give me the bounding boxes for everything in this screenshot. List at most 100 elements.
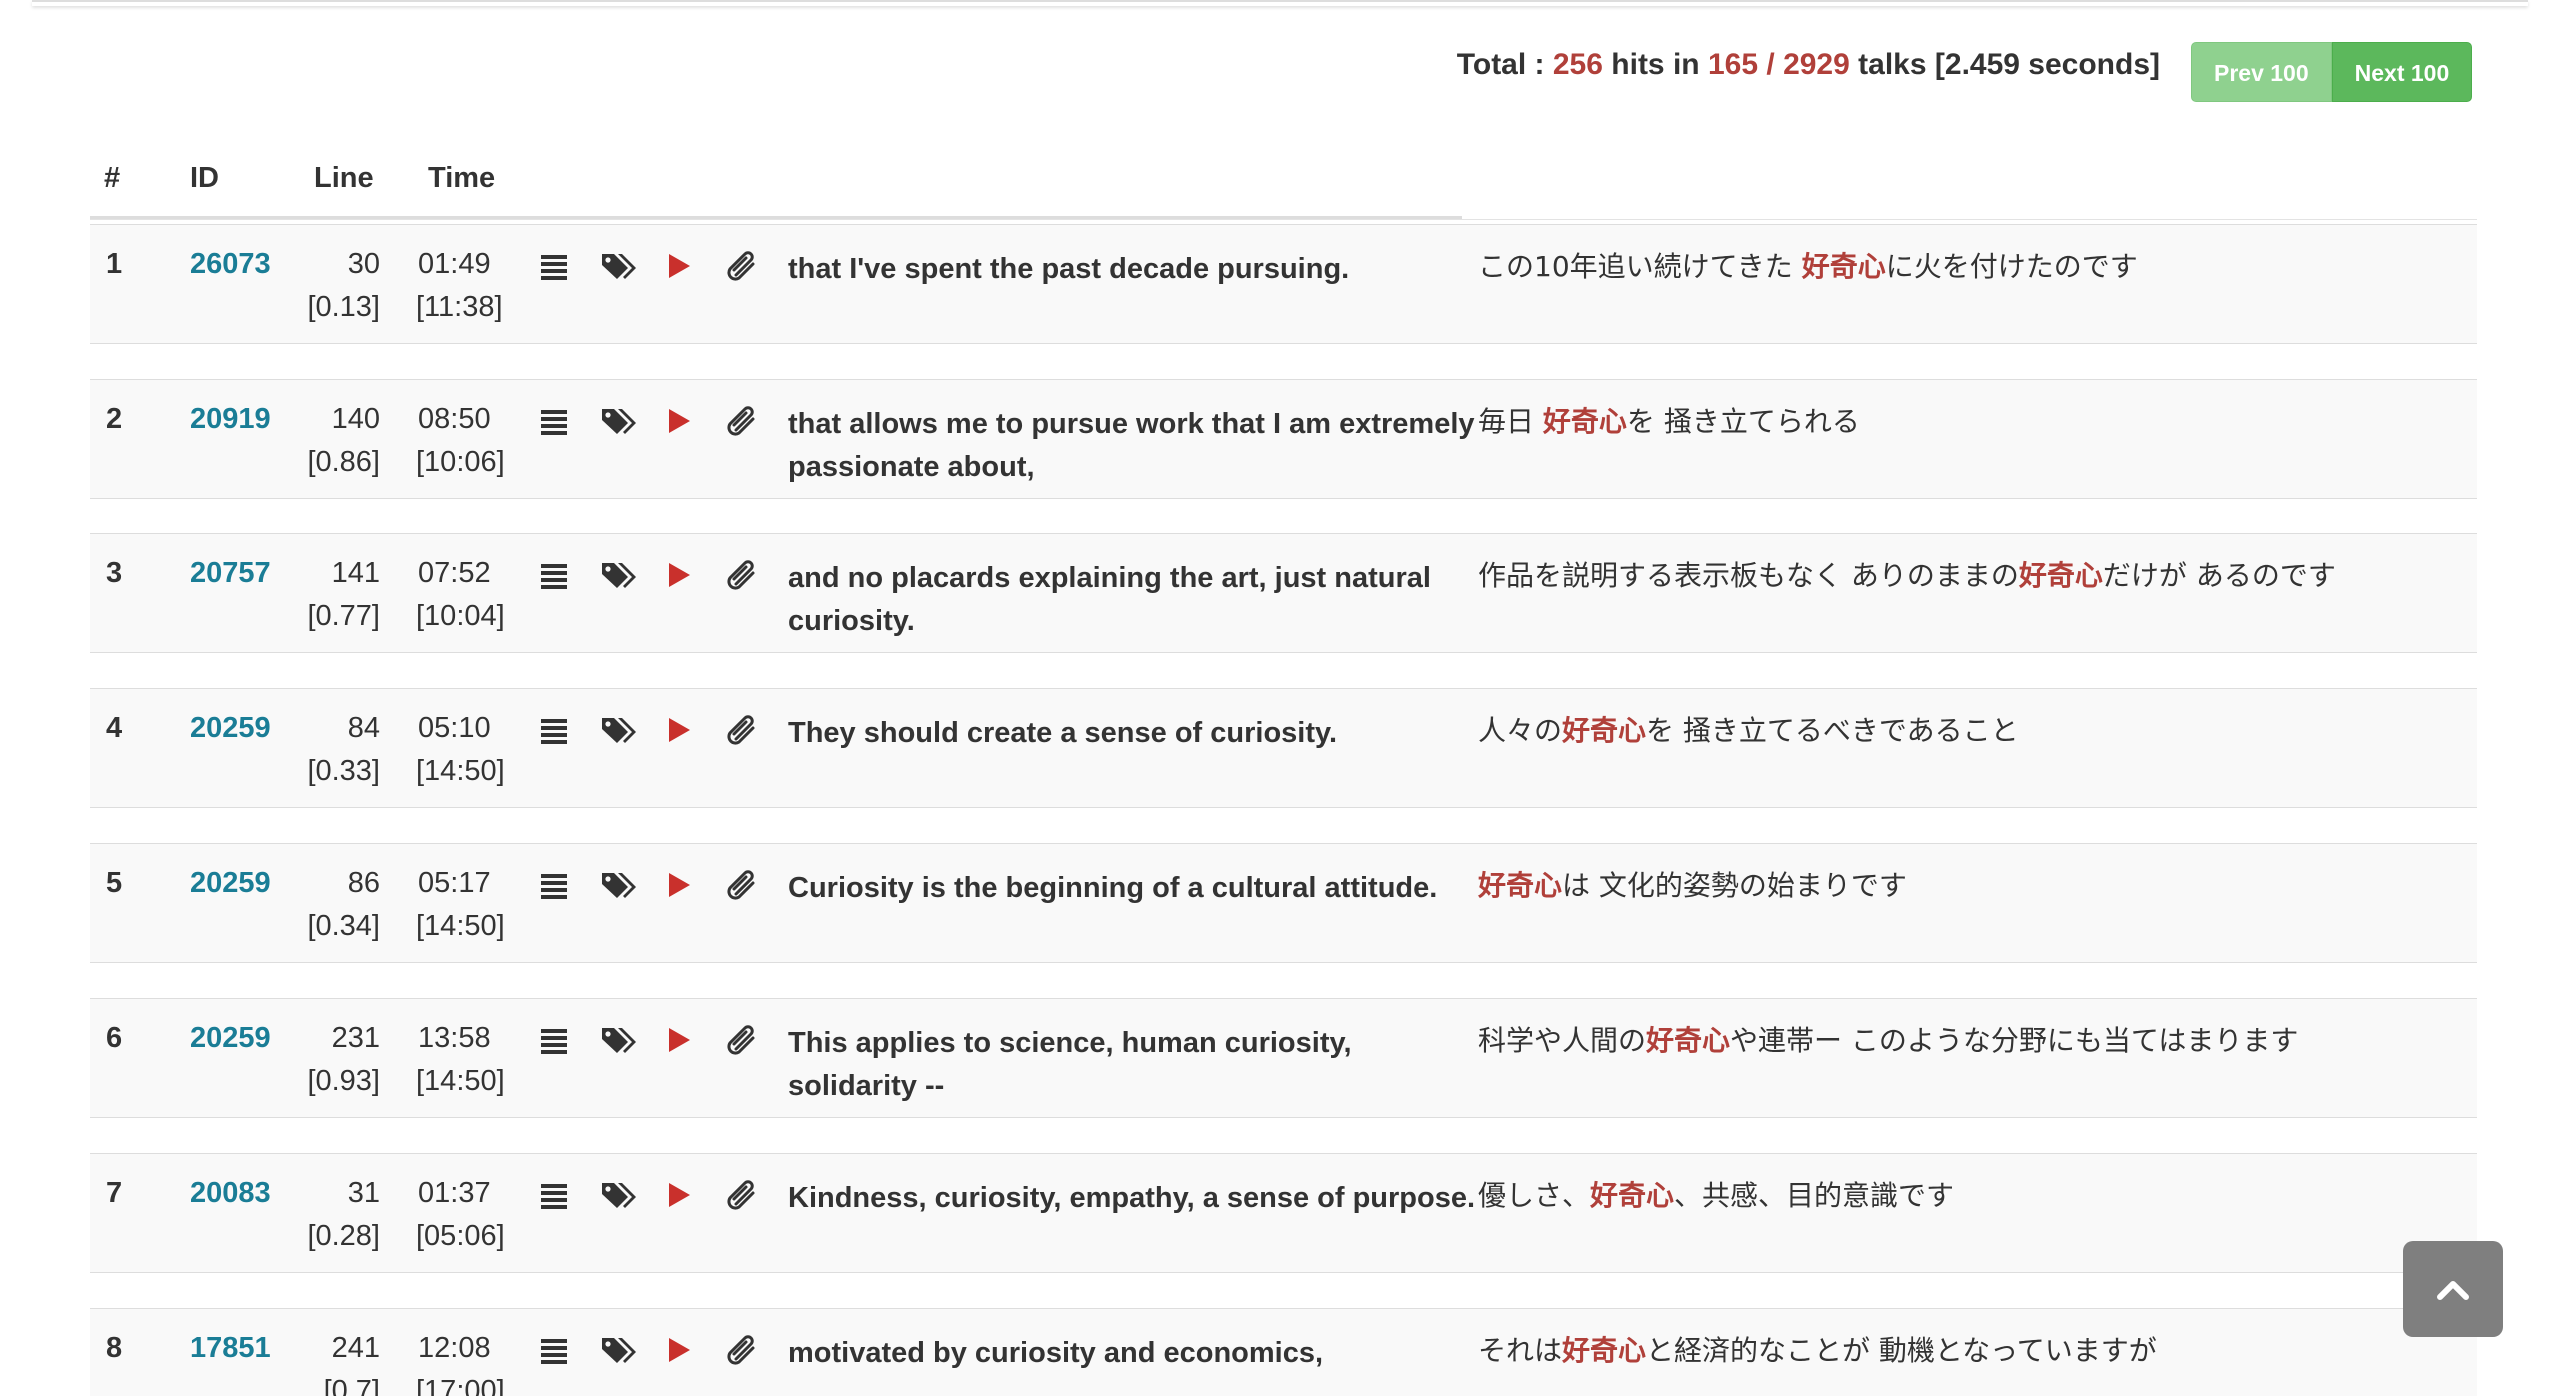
row-number: 5 <box>106 867 123 899</box>
total-label: Total : <box>1456 48 1545 81</box>
english-sentence: that I've spent the past decade pursuing… <box>788 253 1350 285</box>
english-sentence: They should create a sense of curiosity. <box>788 717 1338 749</box>
header-line: Line <box>314 162 374 194</box>
paperclip-icon[interactable] <box>724 406 758 440</box>
japanese-text-after: 、共感、目的意識です <box>1674 1179 1955 1212</box>
tags-icon[interactable] <box>600 560 636 594</box>
keyword-highlight: 好奇心 <box>1646 1024 1731 1057</box>
tags-icon[interactable] <box>600 406 636 440</box>
japanese-sentence: 好奇心は 文化的姿勢の始まりです <box>1478 864 2458 907</box>
japanese-text-before: それは <box>1478 1334 1563 1367</box>
header-divider-secondary <box>90 219 2477 220</box>
line-number: 86 <box>347 867 380 899</box>
talk-id-link[interactable]: 20083 <box>190 1177 271 1210</box>
japanese-text-after: を 掻き立てるべきであること <box>1646 714 2019 747</box>
talk-id-link[interactable]: 20919 <box>190 403 271 436</box>
timestamp: 13:58 <box>418 1022 491 1054</box>
keyword-highlight: 好奇心 <box>1478 869 1563 902</box>
keyword-highlight: 好奇心 <box>1542 405 1627 438</box>
list-icon[interactable] <box>539 870 573 904</box>
keyword-highlight: 好奇心 <box>2018 559 2103 592</box>
english-sentence: Curiosity is the beginning of a cultural… <box>788 872 1438 904</box>
talk-id-link[interactable]: 20259 <box>190 867 271 900</box>
line-number: 140 <box>331 403 380 435</box>
line-fraction: [0.93] <box>307 1065 380 1097</box>
talk-id-link[interactable]: 20259 <box>190 712 271 745</box>
japanese-text-after: と経済的なことが 動機となっていますが <box>1646 1334 2157 1367</box>
english-sentence: that allows me to pursue work that I am … <box>788 408 1475 483</box>
paperclip-icon[interactable] <box>724 251 758 285</box>
talk-duration: [10:06] <box>416 446 505 478</box>
talk-id-link[interactable]: 20259 <box>190 1022 271 1055</box>
tags-icon[interactable] <box>600 1025 636 1059</box>
paperclip-icon[interactable] <box>724 715 758 749</box>
line-fraction: [0.34] <box>307 910 380 942</box>
talk-duration: [05:06] <box>416 1220 505 1252</box>
table-row: 6 20259 231 [0.93] 13:58 [14:50] This ap… <box>90 998 2477 1118</box>
keyword-highlight: 好奇心 <box>1590 1179 1675 1212</box>
paperclip-icon[interactable] <box>724 870 758 904</box>
talk-duration: [14:50] <box>416 755 505 787</box>
list-icon[interactable] <box>539 251 573 285</box>
talk-id-link[interactable]: 26073 <box>190 248 271 281</box>
table-row: 7 20083 31 [0.28] 01:37 [05:06] Kindness… <box>90 1153 2477 1273</box>
talk-id-link[interactable]: 20757 <box>190 557 271 590</box>
play-icon[interactable] <box>664 870 698 904</box>
japanese-sentence: それは好奇心と経済的なことが 動機となっていますが <box>1478 1329 2458 1372</box>
japanese-sentence: 作品を説明する表示板もなく ありのままの好奇心だけが あるのです <box>1478 554 2458 597</box>
japanese-text-after: や連帯ー このような分野にも当てはまります <box>1730 1024 2299 1057</box>
paperclip-icon[interactable] <box>724 1025 758 1059</box>
table-row: 2 20919 140 [0.86] 08:50 [10:06] that al… <box>90 379 2477 499</box>
list-icon[interactable] <box>539 1335 573 1369</box>
paperclip-icon[interactable] <box>724 560 758 594</box>
hits-label: hits in <box>1611 48 1700 81</box>
timestamp: 12:08 <box>418 1332 491 1364</box>
prev-100-button[interactable]: Prev 100 <box>2191 42 2332 102</box>
keyword-highlight: 好奇心 <box>1562 714 1647 747</box>
row-number: 2 <box>106 403 123 435</box>
line-number: 30 <box>347 248 380 280</box>
list-icon[interactable] <box>539 406 573 440</box>
tags-icon[interactable] <box>600 715 636 749</box>
play-icon[interactable] <box>664 1025 698 1059</box>
paperclip-icon[interactable] <box>724 1180 758 1214</box>
keyword-highlight: 好奇心 <box>1562 1334 1647 1367</box>
play-icon[interactable] <box>664 406 698 440</box>
table-row: 3 20757 141 [0.77] 07:52 [10:04] and no … <box>90 533 2477 653</box>
tags-icon[interactable] <box>600 1335 636 1369</box>
talk-id-link[interactable]: 17851 <box>190 1332 271 1365</box>
timestamp: 08:50 <box>418 403 491 435</box>
header-id: ID <box>190 162 219 194</box>
tags-icon[interactable] <box>600 1180 636 1214</box>
japanese-text-before: 優しさ、 <box>1478 1179 1591 1212</box>
table-row: 5 20259 86 [0.34] 05:17 [14:50] Curiosit… <box>90 843 2477 963</box>
list-icon[interactable] <box>539 1180 573 1214</box>
english-sentence: and no placards explaining the art, just… <box>788 562 1431 637</box>
talks-label: talks <box>1858 48 1927 81</box>
play-icon[interactable] <box>664 251 698 285</box>
talks-matched-count: 165 <box>1707 48 1759 81</box>
list-icon[interactable] <box>539 560 573 594</box>
list-icon[interactable] <box>539 1025 573 1059</box>
japanese-text-after: は 文化的姿勢の始まりです <box>1562 869 1907 902</box>
play-icon[interactable] <box>664 560 698 594</box>
tags-icon[interactable] <box>600 251 636 285</box>
search-results-page: Total : 256 hits in 165 / 2929 talks [2.… <box>0 0 2560 1396</box>
play-icon[interactable] <box>664 715 698 749</box>
japanese-sentence: 科学や人間の好奇心や連帯ー このような分野にも当てはまります <box>1478 1019 2458 1062</box>
row-number: 7 <box>106 1177 123 1209</box>
list-icon[interactable] <box>539 715 573 749</box>
keyword-highlight: 好奇心 <box>1801 250 1886 283</box>
line-number: 241 <box>331 1332 380 1364</box>
paperclip-icon[interactable] <box>724 1335 758 1369</box>
row-number: 3 <box>106 557 123 589</box>
tags-icon[interactable] <box>600 870 636 904</box>
next-100-button[interactable]: Next 100 <box>2331 42 2473 102</box>
play-icon[interactable] <box>664 1180 698 1214</box>
row-number: 1 <box>106 248 123 280</box>
line-fraction: [0.28] <box>307 1220 380 1252</box>
talks-total-count: 2929 <box>1783 48 1850 81</box>
japanese-text-before: 科学や人間の <box>1478 1024 1647 1057</box>
play-icon[interactable] <box>664 1335 698 1369</box>
back-to-top-button[interactable] <box>2403 1241 2503 1337</box>
